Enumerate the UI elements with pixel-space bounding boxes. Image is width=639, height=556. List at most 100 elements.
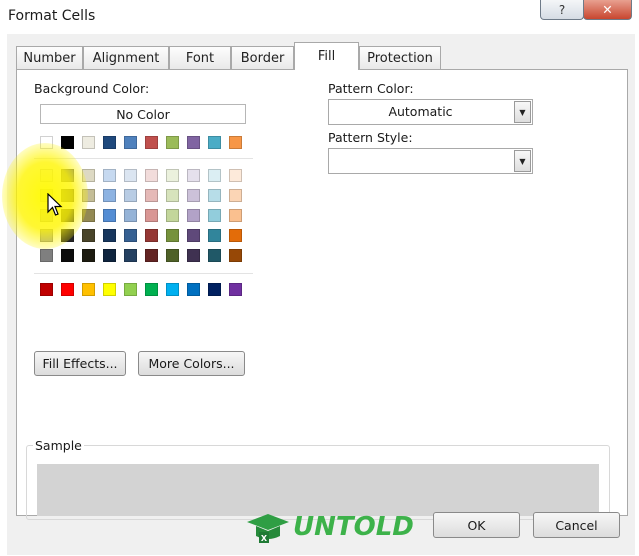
color-swatch[interactable] [103, 209, 116, 222]
color-swatch[interactable] [103, 189, 116, 202]
color-swatch[interactable] [229, 249, 242, 262]
color-swatch[interactable] [229, 136, 242, 149]
tab-border[interactable]: Border [231, 46, 294, 69]
standard-color-swatch[interactable] [124, 283, 137, 296]
color-swatch[interactable] [124, 136, 137, 149]
color-swatch[interactable] [208, 169, 221, 182]
window-title: Format Cells [8, 8, 96, 24]
chevron-down-icon[interactable]: ▼ [514, 101, 531, 123]
color-swatch[interactable] [229, 169, 242, 182]
color-swatch[interactable] [208, 189, 221, 202]
tab-number[interactable]: Number [16, 46, 83, 69]
color-swatch[interactable] [166, 249, 179, 262]
color-swatch[interactable] [166, 189, 179, 202]
standard-color-swatch[interactable] [61, 283, 74, 296]
ok-button[interactable]: OK [433, 512, 520, 538]
cancel-button[interactable]: Cancel [533, 512, 620, 538]
color-swatch[interactable] [166, 136, 179, 149]
format-cells-dialog: Number Alignment Font Border Fill Protec… [7, 34, 635, 555]
mouse-pointer-icon [47, 193, 63, 216]
color-swatch[interactable] [40, 169, 53, 182]
tab-font[interactable]: Font [169, 46, 231, 69]
color-swatch[interactable] [166, 229, 179, 242]
svg-text:X: X [261, 534, 268, 543]
untold-watermark: X UNTOLD [245, 512, 414, 546]
color-swatch[interactable] [103, 169, 116, 182]
color-swatch[interactable] [187, 229, 200, 242]
color-swatch[interactable] [40, 136, 53, 149]
color-swatch[interactable] [61, 169, 74, 182]
color-swatch[interactable] [82, 169, 95, 182]
color-swatch[interactable] [208, 249, 221, 262]
color-swatch[interactable] [103, 249, 116, 262]
color-swatch[interactable] [166, 209, 179, 222]
color-swatch[interactable] [61, 136, 74, 149]
color-swatch[interactable] [40, 229, 53, 242]
color-swatch[interactable] [187, 169, 200, 182]
color-swatch[interactable] [124, 169, 137, 182]
standard-color-swatch[interactable] [40, 283, 53, 296]
color-swatch[interactable] [103, 136, 116, 149]
fill-effects-button[interactable]: Fill Effects... [34, 351, 126, 376]
more-colors-button[interactable]: More Colors... [138, 351, 245, 376]
background-color-label: Background Color: [34, 81, 150, 96]
pattern-style-label: Pattern Style: [328, 130, 413, 145]
color-swatch[interactable] [145, 189, 158, 202]
standard-color-swatch[interactable] [145, 283, 158, 296]
color-swatch[interactable] [103, 229, 116, 242]
color-swatch[interactable] [124, 209, 137, 222]
color-swatch[interactable] [187, 136, 200, 149]
standard-color-swatch[interactable] [187, 283, 200, 296]
fill-panel: Background Color: No Color Fill Effects.… [16, 69, 628, 520]
color-swatch[interactable] [229, 189, 242, 202]
sample-preview [37, 464, 599, 516]
standard-color-swatch[interactable] [103, 283, 116, 296]
tab-protection[interactable]: Protection [359, 46, 441, 69]
color-swatch[interactable] [229, 209, 242, 222]
color-swatch[interactable] [187, 189, 200, 202]
standard-color-swatch[interactable] [166, 283, 179, 296]
standard-color-swatch[interactable] [229, 283, 242, 296]
standard-color-swatch[interactable] [82, 283, 95, 296]
color-swatch[interactable] [82, 136, 95, 149]
color-swatch[interactable] [208, 229, 221, 242]
tab-alignment[interactable]: Alignment [83, 46, 169, 69]
color-swatch[interactable] [145, 169, 158, 182]
color-swatch[interactable] [82, 229, 95, 242]
color-swatch[interactable] [61, 229, 74, 242]
no-color-button[interactable]: No Color [40, 104, 246, 124]
color-swatch[interactable] [82, 249, 95, 262]
color-swatch[interactable] [229, 229, 242, 242]
title-bar: Format Cells ? ✕ [0, 0, 639, 34]
color-swatch[interactable] [166, 169, 179, 182]
pattern-color-label: Pattern Color: [328, 81, 414, 96]
color-swatch[interactable] [187, 249, 200, 262]
color-swatch[interactable] [145, 249, 158, 262]
color-swatch[interactable] [61, 249, 74, 262]
graduation-cap-logo-icon: X [247, 514, 289, 543]
color-swatch[interactable] [187, 209, 200, 222]
close-button[interactable]: ✕ [583, 0, 632, 20]
color-swatch[interactable] [124, 229, 137, 242]
palette-separator [34, 273, 253, 274]
pattern-style-dropdown[interactable]: ▼ [328, 148, 533, 174]
color-swatch[interactable] [82, 189, 95, 202]
color-swatch[interactable] [145, 229, 158, 242]
help-button[interactable]: ? [540, 0, 584, 20]
palette-separator [34, 158, 253, 159]
color-swatch[interactable] [40, 249, 53, 262]
color-swatch[interactable] [208, 209, 221, 222]
brand-text: UNTOLD [293, 512, 414, 542]
color-swatch[interactable] [124, 189, 137, 202]
tab-fill[interactable]: Fill [294, 42, 359, 70]
chevron-down-icon[interactable]: ▼ [514, 150, 531, 172]
color-swatch[interactable] [124, 249, 137, 262]
standard-color-swatch[interactable] [208, 283, 221, 296]
color-swatch[interactable] [82, 209, 95, 222]
help-icon: ? [558, 2, 566, 17]
sample-label: Sample [33, 438, 84, 453]
pattern-color-dropdown[interactable]: Automatic ▼ [328, 99, 533, 125]
color-swatch[interactable] [145, 136, 158, 149]
color-swatch[interactable] [145, 209, 158, 222]
color-swatch[interactable] [208, 136, 221, 149]
